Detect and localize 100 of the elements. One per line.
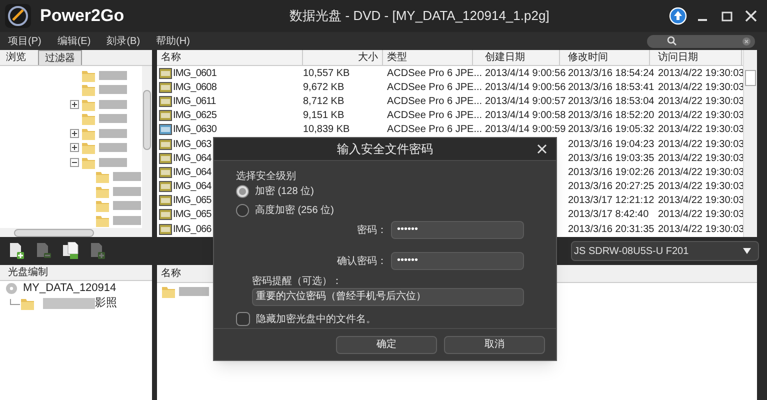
field-label: 确认密码： xyxy=(337,254,387,268)
file-name[interactable]: IMG_066 xyxy=(173,222,212,237)
redacted-label xyxy=(99,114,127,124)
redacted-label xyxy=(99,70,127,80)
table-cell-text: 2013/4/14 9:00:59 xyxy=(485,123,566,138)
file-name[interactable]: IMG_0601 xyxy=(173,66,216,81)
scrollbar[interactable] xyxy=(0,228,152,237)
radio-option[interactable]: 加密 (128 位) xyxy=(236,182,534,201)
expand-icon[interactable] xyxy=(70,100,79,109)
folder-icon xyxy=(20,296,35,311)
column-header[interactable]: 名称 xyxy=(157,50,303,65)
hint-field[interactable]: 重要的六位密码（曾经手机号后六位） xyxy=(252,288,524,306)
table-cell-text: 2013/3/16 18:53:41 xyxy=(568,80,654,95)
menu-item[interactable]: 帮助(H) xyxy=(156,34,190,48)
folder-icon xyxy=(81,140,96,156)
table-cell-text: 2013/3/16 20:27:25 xyxy=(568,180,654,194)
file-name[interactable]: IMG_0630 xyxy=(173,122,216,138)
folder-icon xyxy=(95,198,110,214)
table-cell-text: 10,557 KB xyxy=(303,66,350,81)
file-name[interactable]: IMG_0625 xyxy=(173,108,216,124)
close-icon[interactable] xyxy=(743,8,759,24)
clear-icon[interactable] xyxy=(742,36,751,46)
radio-option[interactable]: 高度加密 (256 位) xyxy=(236,201,534,220)
scrollbar[interactable] xyxy=(743,50,757,237)
table-cell-text: 8,712 KB xyxy=(303,94,344,109)
table-cell-text: 2013/4/14 9:00:56 xyxy=(485,66,566,81)
redacted-label xyxy=(99,85,127,94)
collapse-icon[interactable] xyxy=(70,158,79,167)
redacted-label xyxy=(99,100,127,109)
scrollbar[interactable] xyxy=(142,66,152,228)
expand-icon[interactable] xyxy=(70,143,79,152)
table-cell-text: 2013/4/22 19:30:03 xyxy=(658,152,744,166)
tree-item[interactable]: MY_DATA_120914 xyxy=(23,280,116,297)
radio-button[interactable] xyxy=(236,185,249,198)
redacted-label xyxy=(113,201,141,210)
redacted-label xyxy=(99,128,127,138)
radio-button[interactable] xyxy=(236,204,249,217)
table-cell-text: ACDSee Pro 6 JPE... xyxy=(387,66,482,81)
redacted-label xyxy=(113,172,141,182)
file-name[interactable]: IMG_065 xyxy=(173,193,212,208)
dialog-button[interactable]: 取消 xyxy=(444,336,545,354)
redacted-label xyxy=(99,158,127,167)
table-cell-text: ACDSee Pro 6 JPE... xyxy=(387,80,482,95)
table-cell-text: 2013/3/16 19:05:32 xyxy=(568,123,654,138)
redacted-label xyxy=(99,143,127,152)
field-label: 密码提醒（可选）： xyxy=(251,274,343,288)
table-cell-text: 9,672 KB xyxy=(303,80,344,95)
checkbox[interactable] xyxy=(236,312,250,326)
column-header[interactable]: 访问日期 xyxy=(650,50,742,65)
table-cell-text: 2013/4/22 19:30:03 xyxy=(658,138,744,152)
table-cell-text: 2013/3/16 18:52:20 xyxy=(568,109,654,124)
upload-icon[interactable] xyxy=(669,7,687,25)
table-cell-text: 2013/3/16 19:03:35 xyxy=(568,152,654,166)
column-header[interactable]: 大小 xyxy=(303,50,383,65)
folder-icon xyxy=(81,111,96,126)
file-name[interactable]: IMG_065 xyxy=(173,207,212,222)
file-name[interactable]: IMG_063 xyxy=(173,136,212,152)
redacted-label xyxy=(113,186,141,196)
table-cell-text: 2013/4/14 9:00:57 xyxy=(485,94,566,109)
file-name[interactable]: IMG_064 xyxy=(173,179,212,194)
add-file-icon[interactable] xyxy=(8,242,25,260)
menu-item[interactable]: 编辑(E) xyxy=(57,34,91,48)
table-cell-text: 2013/4/14 9:00:56 xyxy=(485,80,566,95)
table-cell-text: 2013/3/16 20:31:35 xyxy=(568,222,654,237)
table-cell-text: 2013/3/17 8:42:40 xyxy=(568,208,649,222)
search-field[interactable] xyxy=(647,34,755,48)
menu-item[interactable]: 刻录(B) xyxy=(106,34,140,48)
table-cell-text: 2013/3/16 19:02:26 xyxy=(568,166,654,180)
folder-icon xyxy=(81,82,96,98)
dialog-button[interactable]: 确定 xyxy=(336,336,437,354)
file-name[interactable]: IMG_064 xyxy=(173,150,212,166)
expand-icon[interactable] xyxy=(70,128,79,138)
column-header[interactable]: 类型 xyxy=(383,50,473,65)
caret-icon xyxy=(742,247,752,255)
app-logo-icon xyxy=(4,3,32,29)
menu-item[interactable]: 项目(P) xyxy=(8,34,42,48)
column-header[interactable]: 修改时间 xyxy=(560,50,650,65)
column-header[interactable]: 创建日期 xyxy=(473,50,560,65)
copy-file-icon[interactable] xyxy=(62,242,79,260)
table-cell-text: 2013/3/17 12:21:12 xyxy=(568,194,654,208)
table-cell-text: 2013/4/22 19:30:03 xyxy=(658,123,744,138)
tree-item[interactable]: 影照 xyxy=(95,295,117,312)
redacted-label xyxy=(179,286,209,296)
table-cell-text: 2013/3/16 19:04:23 xyxy=(568,138,654,152)
table-cell-text: ACDSee Pro 6 JPE... xyxy=(387,94,482,109)
file-name[interactable]: IMG_064 xyxy=(173,164,212,180)
table-cell-text: 2013/4/22 19:30:03 xyxy=(658,194,744,208)
password-field[interactable]: •••••• xyxy=(391,252,524,270)
close-icon[interactable] xyxy=(536,143,548,155)
folder-icon xyxy=(95,169,110,184)
table-cell-text: 2013/4/22 19:30:03 xyxy=(658,166,744,180)
app-name: Power2Go xyxy=(40,5,126,28)
file-name[interactable]: IMG_0608 xyxy=(173,80,216,95)
file-name[interactable]: IMG_0611 xyxy=(173,94,216,109)
table-cell-text: 2013/4/22 19:30:03 xyxy=(658,94,744,109)
redacted-label xyxy=(43,298,95,309)
password-field[interactable]: •••••• xyxy=(391,221,524,239)
panel-tab[interactable]: 过滤器 xyxy=(38,50,82,65)
drive-dropdown[interactable]: JS SDRW-08U5S-U F201 xyxy=(571,241,759,261)
window-title: 数据光盘 - DVD - [MY_DATA_120914_1.p2g] xyxy=(288,7,550,26)
